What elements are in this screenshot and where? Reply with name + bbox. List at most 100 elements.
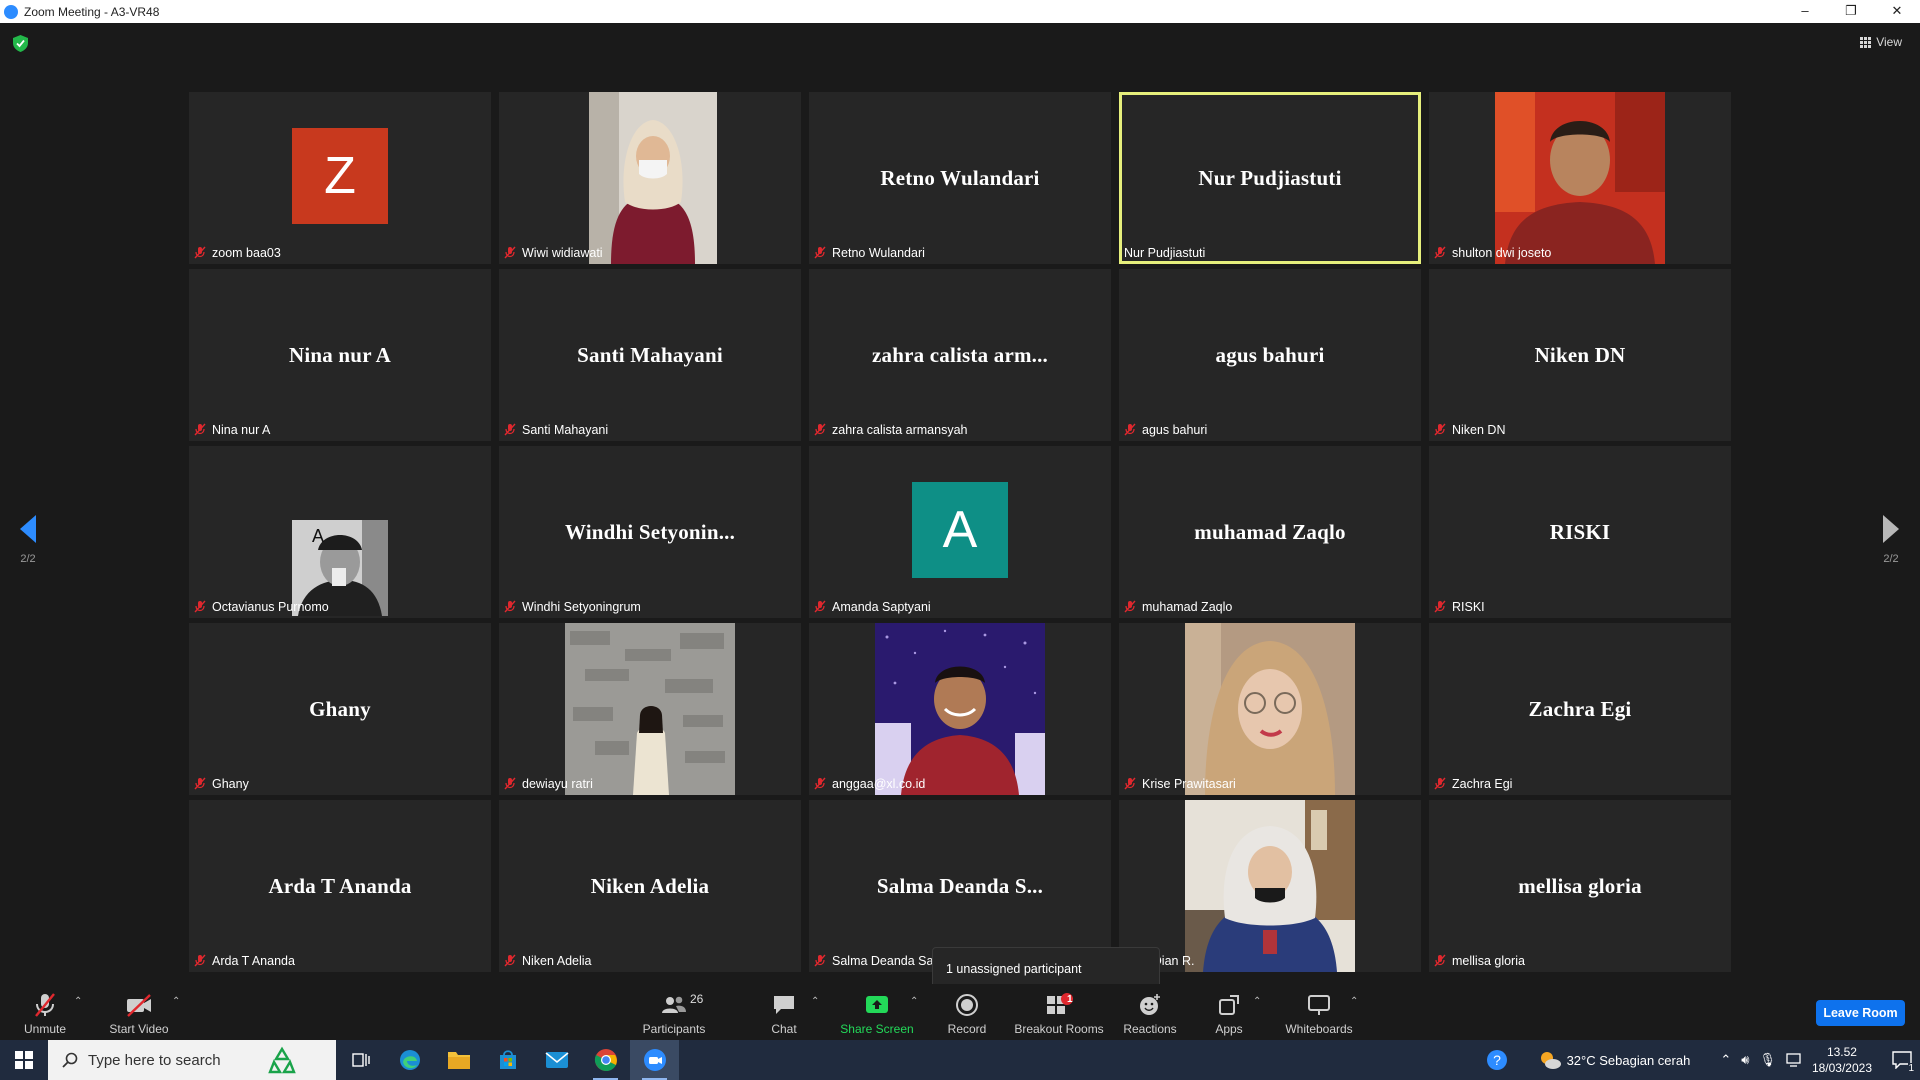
close-button[interactable]: ✕: [1874, 0, 1920, 23]
chat-options-caret[interactable]: ⌃: [811, 996, 819, 1007]
help-icon[interactable]: ?: [1485, 1048, 1509, 1072]
search-icon: [62, 1052, 78, 1068]
whiteboards-options-caret[interactable]: ⌃: [1350, 996, 1358, 1007]
share-options-caret[interactable]: ⌃: [910, 996, 918, 1007]
apps-button[interactable]: Apps: [1210, 984, 1248, 1040]
muted-mic-icon: [194, 423, 206, 436]
participants-count: 26: [690, 992, 704, 1006]
participant-tile[interactable]: Zzoom baa03: [189, 92, 491, 264]
participant-tile[interactable]: anggaa@xl.co.id: [809, 623, 1111, 795]
window-controls: – ❐ ✕: [1782, 0, 1920, 23]
participant-big-name: zahra calista arm...: [871, 342, 1049, 367]
participant-tile[interactable]: Nina nur A Nina nur A: [189, 269, 491, 441]
participant-tile[interactable]: Santi Mahayani Santi Mahayani: [499, 269, 801, 441]
grid-view-icon: [1860, 36, 1872, 48]
participant-big-name: Zachra Egi: [1528, 696, 1632, 721]
microsoft-store-button[interactable]: [483, 1040, 532, 1080]
chat-button[interactable]: Chat: [762, 984, 806, 1040]
participant-video-photo: [589, 92, 717, 264]
participants-button[interactable]: 26 Participants: [638, 984, 710, 1040]
participant-tile[interactable]: Krise Prawitasari: [1119, 623, 1421, 795]
apps-options-caret[interactable]: ⌃: [1253, 996, 1261, 1007]
participant-tile[interactable]: shulton dwi joseto: [1429, 92, 1731, 264]
participant-tile[interactable]: muhamad Zaqlo muhamad Zaqlo: [1119, 446, 1421, 618]
restore-button[interactable]: ❐: [1828, 0, 1874, 23]
svg-text:?: ?: [1493, 1052, 1501, 1068]
muted-mic-icon: [1124, 423, 1136, 436]
mail-button[interactable]: [532, 1040, 581, 1080]
previous-page-button[interactable]: 2/2: [13, 515, 43, 565]
start-video-button[interactable]: Start Video: [104, 984, 174, 1040]
muted-mic-icon: [504, 246, 516, 259]
participant-tile[interactable]: mellisa gloria mellisa gloria: [1429, 800, 1731, 972]
participant-name-text: Windhi Setyoningrum: [522, 599, 641, 614]
participant-tile[interactable]: Arda T Ananda Arda T Ananda: [189, 800, 491, 972]
participant-tile[interactable]: dewiayu ratri: [499, 623, 801, 795]
participant-name-label: Nina nur A: [194, 421, 270, 438]
mail-icon: [544, 1052, 569, 1068]
video-options-caret[interactable]: ⌃: [172, 996, 180, 1007]
weather-text[interactable]: 32°C Sebagian cerah: [1567, 1053, 1691, 1068]
participant-tile[interactable]: A Octavianus Purnomo: [189, 446, 491, 618]
leave-room-button[interactable]: Leave Room: [1816, 1000, 1905, 1026]
muted-mic-icon: [814, 954, 826, 967]
audio-options-caret[interactable]: ⌃: [74, 996, 82, 1007]
edge-browser-button[interactable]: [385, 1040, 434, 1080]
participant-name-text: zahra calista armansyah: [832, 422, 968, 437]
participant-big-name: Ghany: [309, 696, 371, 721]
encryption-shield-icon[interactable]: [13, 35, 28, 52]
unmute-label: Unmute: [23, 1022, 67, 1036]
unmute-button[interactable]: Unmute: [14, 984, 76, 1040]
file-explorer-button[interactable]: [434, 1040, 483, 1080]
notification-center-button[interactable]: 1: [1884, 1040, 1920, 1080]
muted-mic-icon: [504, 600, 516, 613]
task-view-button[interactable]: [336, 1040, 385, 1080]
participant-name-label: shulton dwi joseto: [1434, 244, 1551, 261]
show-hidden-icons-chevron[interactable]: ⌃: [1720, 1052, 1731, 1068]
participant-name-label: zoom baa03: [194, 244, 281, 261]
participant-name-label: Octavianus Purnomo: [194, 598, 329, 615]
microphone-icon[interactable]: 🎙︎: [1759, 1052, 1776, 1068]
participant-tile[interactable]: A Amanda Saptyani: [809, 446, 1111, 618]
breakout-rooms-button[interactable]: 1 Breakout Rooms: [1012, 984, 1106, 1040]
taskbar-search-box[interactable]: Type here to search: [48, 1040, 336, 1080]
participant-tile[interactable]: Nur Pudjiastuti Nur Pudjiastuti: [1119, 92, 1421, 264]
participant-tile[interactable]: Niken DN Niken DN: [1429, 269, 1731, 441]
record-button[interactable]: Record: [942, 984, 992, 1040]
participant-tile[interactable]: RISKI RISKI: [1429, 446, 1731, 618]
participant-name-label: anggaa@xl.co.id: [814, 775, 925, 792]
zoom-app-button[interactable]: [630, 1040, 679, 1080]
start-button[interactable]: [0, 1040, 48, 1080]
participant-tile[interactable]: Ghany Ghany: [189, 623, 491, 795]
unassigned-participant-tooltip[interactable]: 1 unassigned participant: [932, 947, 1160, 989]
start-video-label: Start Video: [109, 1022, 169, 1036]
meeting-toolbar: Unmute ⌃ Start Video ⌃ 26 Participants C…: [0, 984, 1920, 1040]
participant-tile[interactable]: zahra calista arm... zahra calista armans…: [809, 269, 1111, 441]
next-page-button[interactable]: 2/2: [1876, 515, 1906, 565]
participant-tile[interactable]: Zachra Egi Zachra Egi: [1429, 623, 1731, 795]
participant-big-name: Nina nur A: [289, 342, 391, 367]
participant-name-text: agus bahuri: [1142, 422, 1208, 437]
minimize-button[interactable]: –: [1782, 0, 1828, 23]
participant-tile[interactable]: ~ Dian R.: [1119, 800, 1421, 972]
network-icon[interactable]: [1786, 1052, 1804, 1068]
volume-icon[interactable]: 🔊︎: [1741, 1052, 1749, 1068]
view-button[interactable]: View: [1860, 35, 1902, 49]
participant-name-text: Krise Prawitasari: [1142, 776, 1236, 791]
participant-tile[interactable]: Retno Wulandari Retno Wulandari: [809, 92, 1111, 264]
whiteboards-button[interactable]: Whiteboards: [1282, 984, 1356, 1040]
clock-time: 13.52: [1826, 1045, 1857, 1059]
participant-name-label: zahra calista armansyah: [814, 421, 967, 438]
participant-tile[interactable]: Windhi Setyonin... Windhi Setyoningrum: [499, 446, 801, 618]
taskbar-clock[interactable]: 13.52 18/03/2023: [1812, 1044, 1872, 1076]
chrome-button[interactable]: [581, 1040, 630, 1080]
participant-name-text: mellisa gloria: [1452, 953, 1525, 968]
participant-tile[interactable]: agus bahuri agus bahuri: [1119, 269, 1421, 441]
muted-mic-icon: [814, 423, 826, 436]
participant-tile[interactable]: Wiwi widiawati: [499, 92, 801, 264]
share-screen-button[interactable]: Share Screen: [838, 984, 916, 1040]
participant-tile[interactable]: Niken Adelia Niken Adelia: [499, 800, 801, 972]
muted-mic-icon: [1434, 600, 1446, 613]
reactions-button[interactable]: Reactions: [1122, 984, 1178, 1040]
participant-name-text: Zachra Egi: [1452, 776, 1513, 791]
